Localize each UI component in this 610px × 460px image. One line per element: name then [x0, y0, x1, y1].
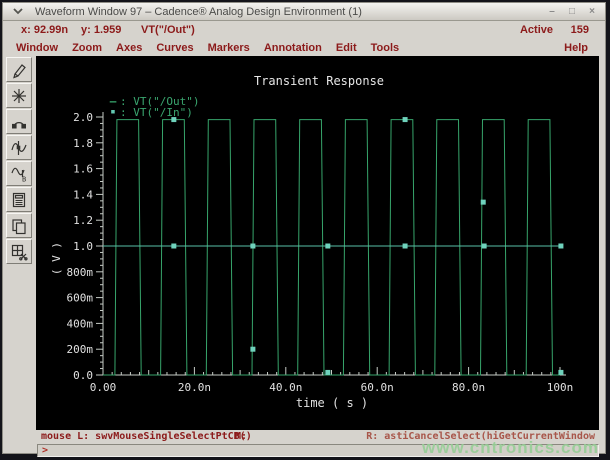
- window-frame-right: [591, 56, 605, 430]
- svg-text:100n: 100n: [547, 381, 574, 394]
- active-count: 159: [570, 24, 589, 36]
- cut-window-icon[interactable]: [6, 239, 32, 264]
- window-title: Waveform Window 97 – Cadence® Analog Des…: [35, 5, 362, 18]
- menu-window[interactable]: Window: [9, 42, 65, 54]
- calculator-icon[interactable]: [6, 187, 32, 212]
- prompt-caret: >: [42, 445, 49, 456]
- svg-text:200m: 200m: [67, 343, 94, 356]
- title-bar: Waveform Window 97 – Cadence® Analog Des…: [3, 3, 605, 21]
- watermark-text: www.cntronics.com: [422, 438, 599, 457]
- minimize-button[interactable]: –: [545, 5, 559, 18]
- svg-text:1.4: 1.4: [73, 188, 93, 201]
- waveform-plot[interactable]: 0.00 20.0n 40.0n 60.0n 80.0n 100n 0.0 200m 400m 6…: [36, 56, 599, 430]
- x-axis-label: time ( s ): [295, 396, 369, 410]
- menu-tools[interactable]: Tools: [364, 42, 407, 54]
- svg-text:1.2: 1.2: [73, 214, 93, 227]
- svg-text:800m: 800m: [67, 266, 94, 279]
- svg-text:600m: 600m: [67, 292, 94, 305]
- waveform-b-icon[interactable]: B: [6, 161, 32, 186]
- svg-text:2.0: 2.0: [73, 111, 93, 124]
- y-axis-label: ( V ): [50, 241, 64, 276]
- menu-bar: Window Zoom Axes Curves Markers Annotati…: [3, 39, 605, 56]
- probe-pen-icon[interactable]: [6, 57, 32, 82]
- svg-text:400m: 400m: [67, 317, 94, 330]
- maximize-button[interactable]: □: [565, 5, 579, 18]
- active-label: Active: [519, 24, 553, 36]
- plot-canvas[interactable]: Transient Response –: VT("/Out") ▪: VT("…: [36, 56, 599, 430]
- svg-text:1.0: 1.0: [73, 240, 93, 253]
- menu-curves[interactable]: Curves: [149, 42, 200, 54]
- main-area: B Transient Response –: VT("/Out") ▪: VT…: [3, 56, 605, 430]
- menu-annotation[interactable]: Annotation: [257, 42, 329, 54]
- left-toolbar: B: [3, 56, 36, 430]
- menu-axes[interactable]: Axes: [109, 42, 149, 54]
- svg-text:1.8: 1.8: [73, 137, 93, 150]
- svg-text:0.00: 0.00: [90, 381, 117, 394]
- waveform-window: Waveform Window 97 – Cadence® Analog Des…: [2, 2, 606, 457]
- info-bar: x: 92.99n y: 1.959 VT("/Out") Active 159: [3, 21, 605, 39]
- menu-edit[interactable]: Edit: [329, 42, 364, 54]
- svg-text:1.6: 1.6: [73, 163, 93, 176]
- mouse-middle-binding: M:: [235, 431, 248, 442]
- copy-window-icon[interactable]: [6, 213, 32, 238]
- menu-zoom[interactable]: Zoom: [65, 42, 109, 54]
- svg-text:20.0n: 20.0n: [178, 381, 211, 394]
- svg-text:0.0: 0.0: [73, 369, 93, 382]
- cursor-y-readout: y: 1.959: [81, 24, 122, 36]
- zoom-star-icon[interactable]: [6, 83, 32, 108]
- cursor-x-readout: x: 92.99n: [21, 24, 69, 36]
- active-trace-readout: VT("/Out"): [141, 24, 195, 36]
- close-button[interactable]: ×: [585, 5, 599, 18]
- window-menu-chevron-icon[interactable]: [9, 5, 27, 19]
- pan-arc-icon[interactable]: [6, 109, 32, 134]
- svg-text:B: B: [22, 175, 26, 183]
- svg-text:40.0n: 40.0n: [269, 381, 302, 394]
- svg-text:80.0n: 80.0n: [452, 381, 485, 394]
- menu-markers[interactable]: Markers: [201, 42, 257, 54]
- svg-text:60.0n: 60.0n: [361, 381, 394, 394]
- mouse-left-binding: mouse L: swvMouseSingleSelectPtCB(): [41, 431, 252, 442]
- menu-help[interactable]: Help: [557, 42, 595, 54]
- marker-waveform-icon[interactable]: [6, 135, 32, 160]
